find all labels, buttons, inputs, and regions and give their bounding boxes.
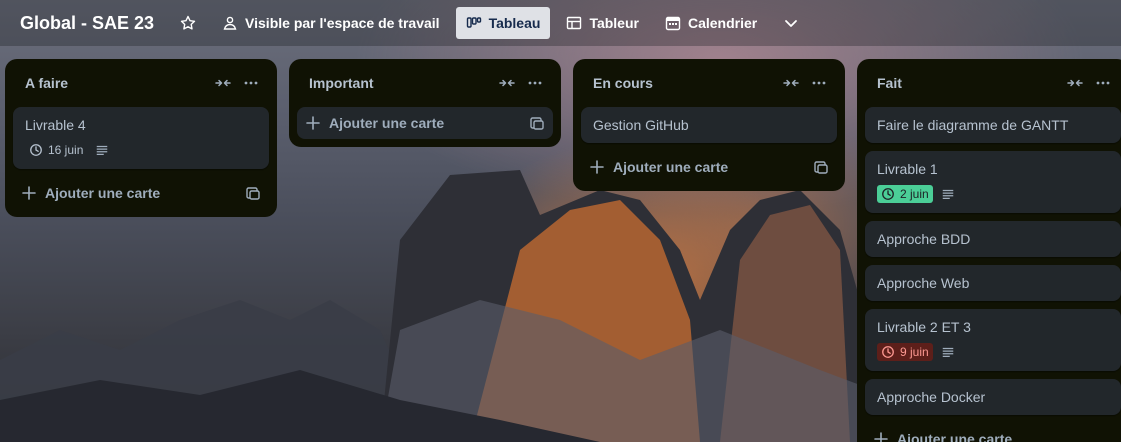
plus-icon: [21, 185, 37, 201]
card[interactable]: Livrable 1 2 juin: [865, 151, 1121, 213]
card-badges: 16 juin: [25, 139, 257, 161]
card[interactable]: Approche Web: [865, 265, 1121, 301]
visibility-label: Visible par l'espace de travail: [245, 15, 440, 31]
calendar-icon: [665, 15, 681, 31]
plus-icon: [873, 431, 889, 442]
card-template-icon[interactable]: [245, 185, 261, 201]
description-icon: [941, 345, 955, 359]
card[interactable]: Livrable 2 ET 3 9 juin: [865, 309, 1121, 371]
collapse-list-icon[interactable]: [1061, 69, 1089, 97]
add-card-label: Ajouter une carte: [897, 431, 1013, 442]
list-header: A faire: [13, 67, 269, 99]
list-fait: Fait Faire le diagramme de GANTT Livrabl…: [857, 59, 1121, 442]
card-title: Faire le diagramme de GANTT: [877, 117, 1069, 133]
card-badges: 9 juin: [877, 341, 1109, 363]
more-options-icon[interactable]: [805, 69, 833, 97]
add-card-label: Ajouter une carte: [613, 159, 729, 175]
board-view-icon: [466, 15, 482, 31]
star-button[interactable]: [170, 7, 206, 39]
add-card-label: Ajouter une carte: [329, 115, 445, 131]
card-title: Livrable 2 ET 3: [877, 319, 971, 335]
more-views-button[interactable]: [773, 7, 809, 39]
collapse-list-icon[interactable]: [493, 69, 521, 97]
add-card-button[interactable]: Ajouter une carte: [297, 107, 553, 139]
plus-icon: [305, 115, 321, 131]
add-card-button[interactable]: Ajouter une carte: [865, 423, 1121, 442]
list-en-cours: En cours Gestion GitHub Ajouter une cart…: [573, 59, 845, 191]
due-date-label: 16 juin: [48, 143, 84, 157]
list-title[interactable]: En cours: [593, 75, 777, 91]
list-important: Important Ajouter une carte: [289, 59, 561, 147]
more-options-icon[interactable]: [521, 69, 549, 97]
people-icon: [222, 15, 238, 31]
list-header: Fait: [865, 67, 1121, 99]
card-title: Gestion GitHub: [593, 117, 689, 133]
card-title: Approche Web: [877, 275, 970, 291]
due-date-label: 9 juin: [900, 345, 929, 359]
card-title: Approche BDD: [877, 231, 971, 247]
list-a-faire: A faire Livrable 4 16 juin Ajouter une c…: [5, 59, 277, 217]
collapse-list-icon[interactable]: [777, 69, 805, 97]
chevron-down-icon: [783, 15, 799, 31]
card-title: Livrable 4: [25, 117, 86, 133]
list-header: En cours: [581, 67, 837, 99]
collapse-list-icon[interactable]: [209, 69, 237, 97]
due-date-badge[interactable]: 9 juin: [877, 343, 933, 361]
description-icon: [941, 187, 955, 201]
view-tab-label: Calendrier: [687, 15, 758, 31]
card[interactable]: Gestion GitHub: [581, 107, 837, 143]
view-tab-label: Tableau: [488, 15, 541, 31]
clock-icon: [882, 346, 894, 358]
add-card-label: Ajouter une carte: [45, 185, 161, 201]
table-icon: [566, 15, 582, 31]
card-badges: 2 juin: [877, 183, 1109, 205]
card[interactable]: Approche BDD: [865, 221, 1121, 257]
view-tab-tableur[interactable]: Tableur: [556, 7, 649, 39]
list-title[interactable]: Important: [309, 75, 493, 91]
board-header: Global - SAE 23 Visible par l'espace de …: [0, 0, 1121, 46]
view-tab-calendrier[interactable]: Calendrier: [655, 7, 767, 39]
description-icon: [95, 143, 109, 157]
list-title[interactable]: Fait: [877, 75, 1061, 91]
visibility-button[interactable]: Visible par l'espace de travail: [212, 7, 450, 39]
list-header: Important: [297, 67, 553, 99]
add-card-button[interactable]: Ajouter une carte: [13, 177, 269, 209]
list-title[interactable]: A faire: [25, 75, 209, 91]
card-title: Approche Docker: [877, 389, 986, 405]
plus-icon: [589, 159, 605, 175]
due-date-badge[interactable]: 16 juin: [25, 141, 87, 159]
card[interactable]: Faire le diagramme de GANTT: [865, 107, 1121, 143]
card-template-icon[interactable]: [529, 115, 545, 131]
card-title: Livrable 1: [877, 161, 938, 177]
card[interactable]: Approche Docker: [865, 379, 1121, 415]
add-card-button[interactable]: Ajouter une carte: [581, 151, 837, 183]
view-tab-label: Tableur: [589, 15, 639, 31]
due-date-badge[interactable]: 2 juin: [877, 185, 933, 203]
clock-icon: [882, 188, 894, 200]
view-tab-tableau[interactable]: Tableau: [455, 7, 551, 39]
board-title[interactable]: Global - SAE 23: [12, 13, 162, 34]
star-icon: [180, 15, 196, 31]
card[interactable]: Livrable 4 16 juin: [13, 107, 269, 169]
clock-icon: [30, 144, 42, 156]
due-date-label: 2 juin: [900, 187, 929, 201]
more-options-icon[interactable]: [1089, 69, 1117, 97]
more-options-icon[interactable]: [237, 69, 265, 97]
card-template-icon[interactable]: [813, 159, 829, 175]
